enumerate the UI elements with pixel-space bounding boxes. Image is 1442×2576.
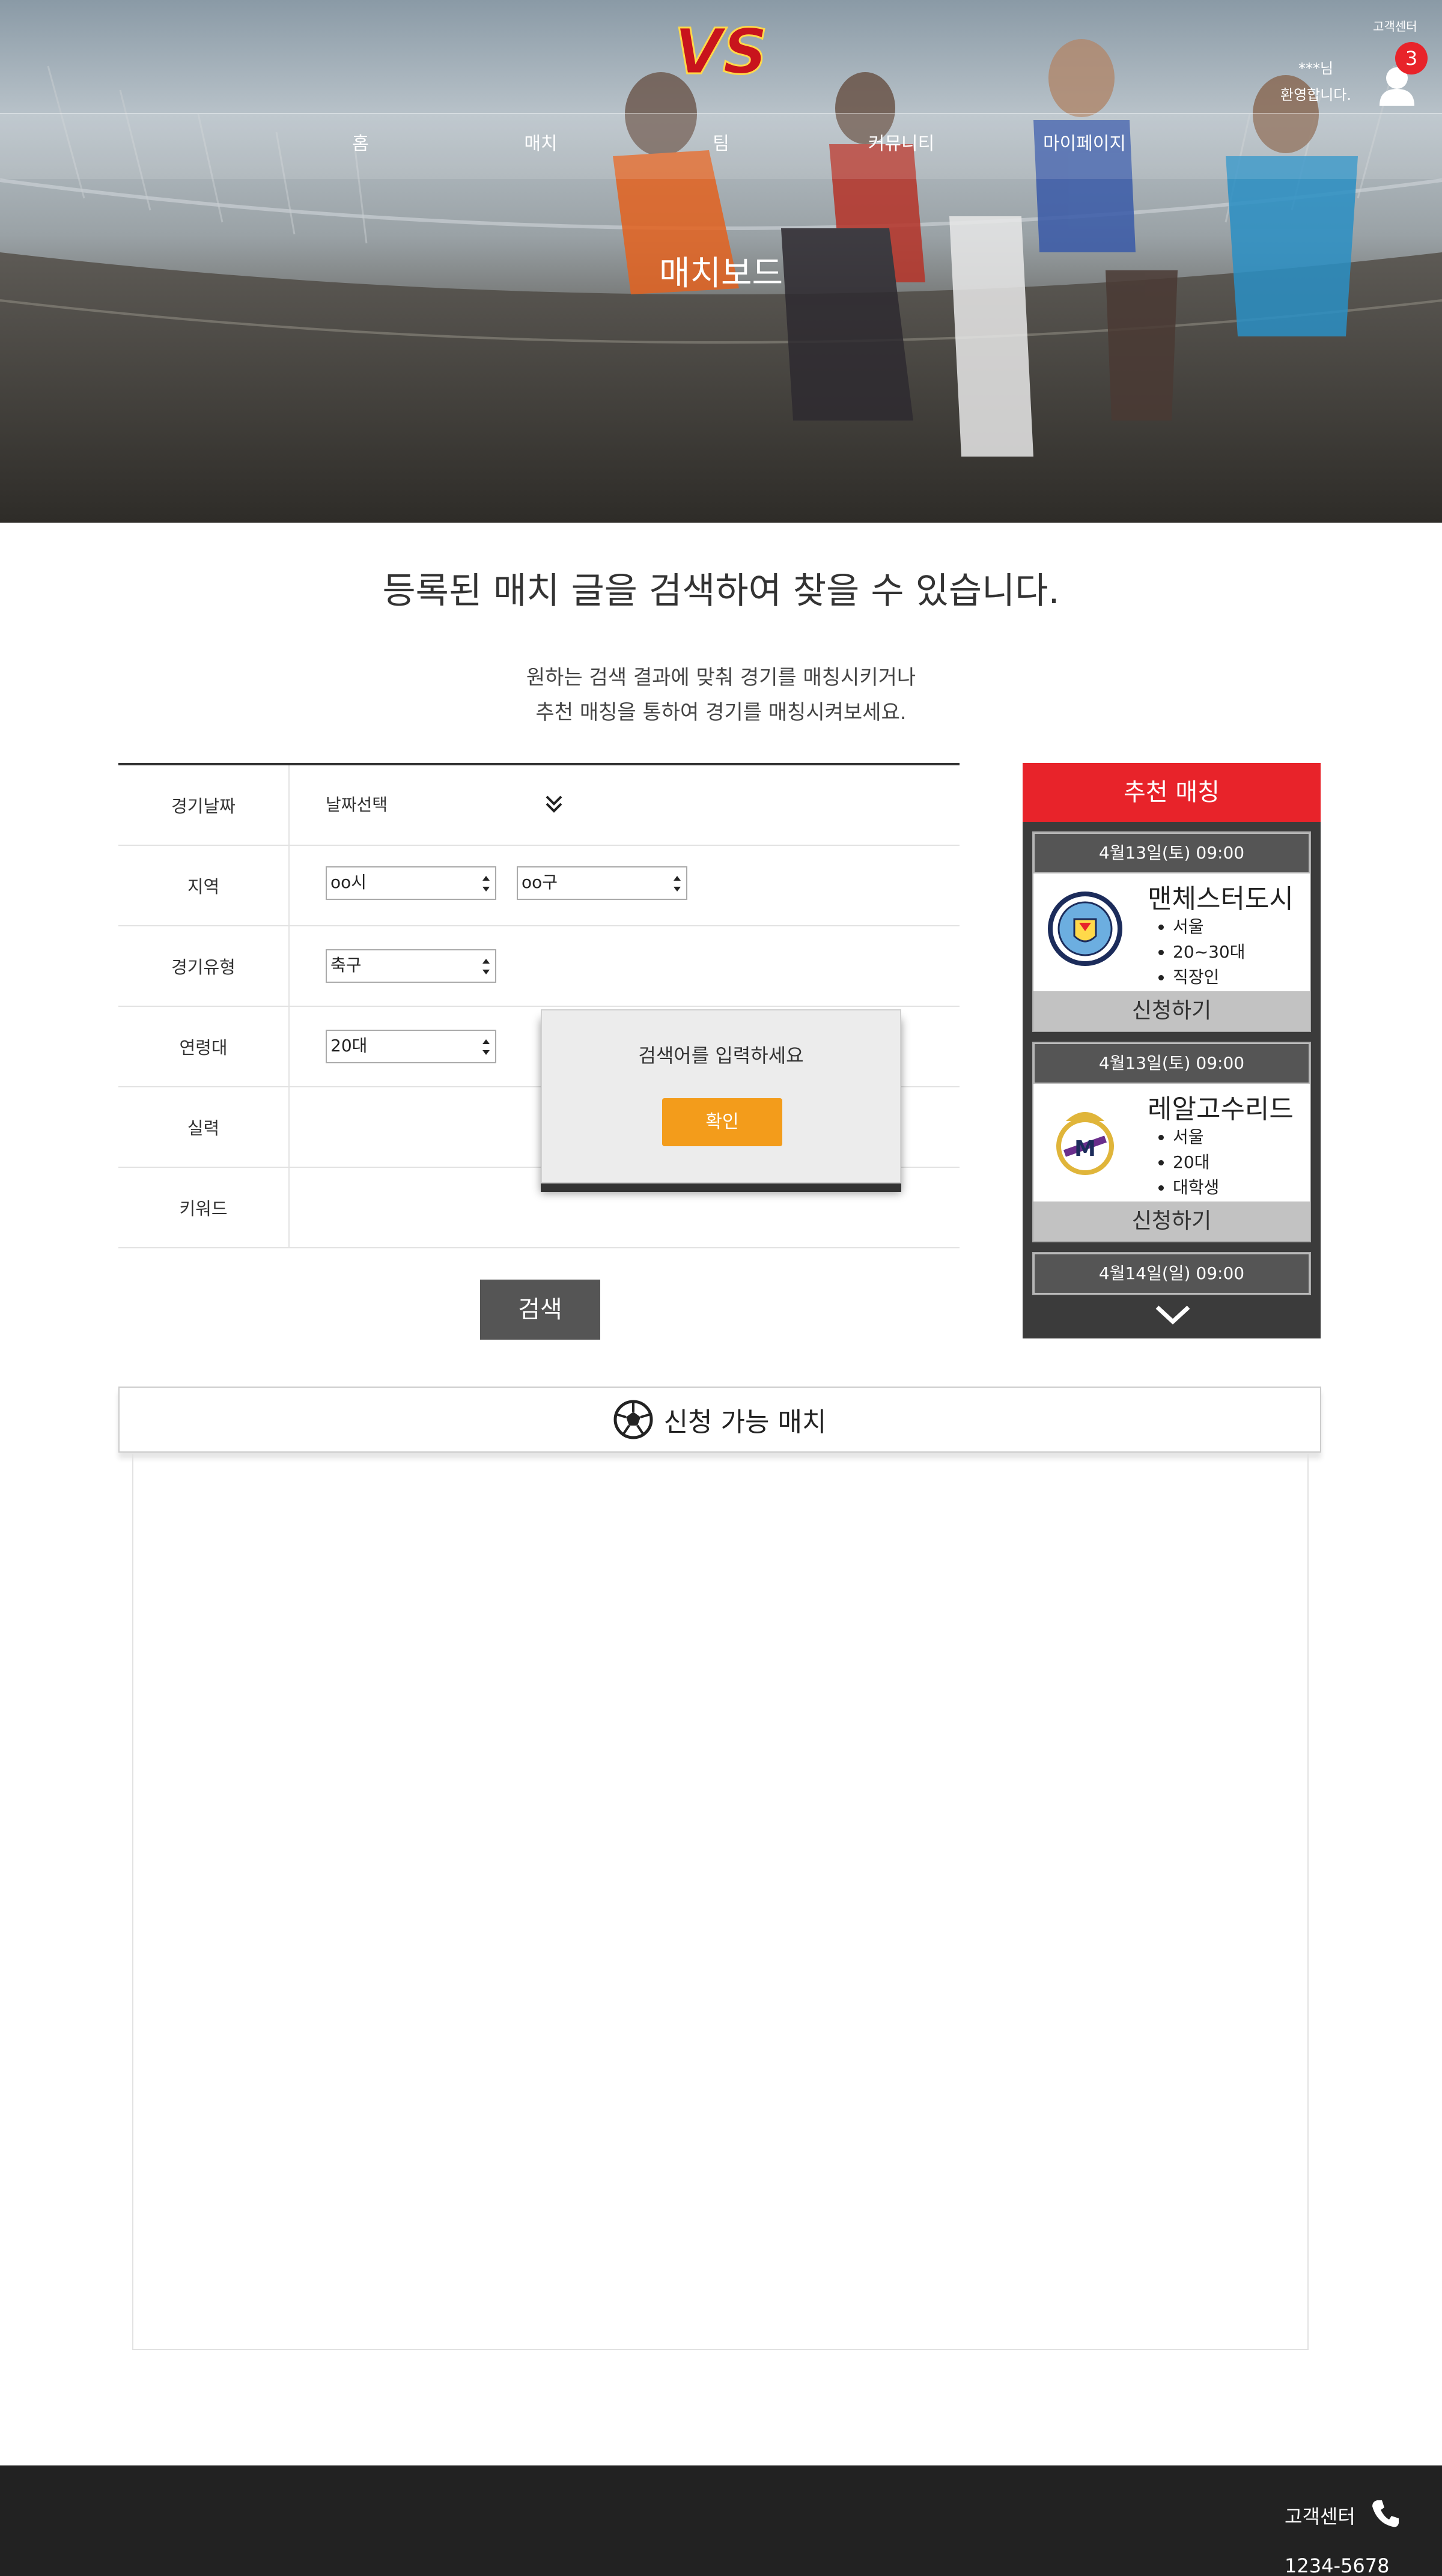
row-region: 지역 oo시 oo구 [118, 846, 960, 926]
age-value: 20대 [330, 1036, 368, 1056]
search-headline: 등록된 매치 글을 검색하여 찾을 수 있습니다. [382, 570, 1060, 612]
phone-icon[interactable] [1369, 2497, 1402, 2530]
label-skill: 실력 [118, 1087, 290, 1167]
footer-customer-center: 고객센터 [1285, 2505, 1355, 2528]
detail-age: 20~30대 [1173, 940, 1245, 965]
district-value: oo구 [522, 872, 558, 892]
spinner-arrows-icon[interactable] [672, 872, 683, 895]
label-region: 지역 [118, 846, 290, 925]
search-button[interactable]: 검색 [480, 1280, 600, 1340]
user-welcome: 환영합니다. [1280, 87, 1352, 103]
user-name: ***님 [1298, 60, 1334, 77]
nav-home[interactable]: 홈 [336, 131, 385, 157]
svg-text:M: M [1074, 1137, 1096, 1161]
city-select[interactable]: oo시 [326, 866, 496, 900]
available-matches-header: 신청 가능 매치 [118, 1387, 1321, 1453]
detail-region: 서울 [1173, 914, 1245, 940]
recommend-card: 4월13일(토) 09:00 M 레알고수리드 서울 20대 대학생 신청하기 [1032, 1042, 1311, 1242]
vs-logo[interactable]: VS [676, 13, 766, 91]
district-select[interactable]: oo구 [517, 866, 687, 900]
vs-logo-text: VS [676, 15, 766, 88]
row-match-type: 경기유형 축구 [118, 926, 960, 1007]
nav-match[interactable]: 매치 [517, 131, 565, 157]
match-date: 4월13일(토) 09:00 [1033, 1043, 1310, 1084]
apply-button[interactable]: 신청하기 [1033, 991, 1310, 1031]
detail-age: 20대 [1173, 1150, 1219, 1175]
notification-badge[interactable]: 3 [1395, 42, 1428, 74]
apply-button[interactable]: 신청하기 [1033, 1201, 1310, 1241]
match-date: 4월14일(일) 09:00 [1033, 1253, 1310, 1294]
alert-dialog: 검색어를 입력하세요 확인 [541, 1009, 901, 1183]
row-date: 경기날짜 날짜선택 [118, 765, 960, 846]
match-type-value: 축구 [330, 955, 362, 975]
footer: 고객센터 1234-5678 [0, 2465, 1442, 2576]
page-title: 매치보드 [659, 254, 783, 293]
nav-community[interactable]: 커뮤니티 [865, 131, 937, 157]
chevron-double-down-icon[interactable] [542, 791, 566, 817]
label-age: 연령대 [118, 1007, 290, 1086]
label-keyword: 키워드 [118, 1168, 290, 1247]
alert-message: 검색어를 입력하세요 [638, 1044, 804, 1067]
detail-group: 직장인 [1173, 965, 1245, 990]
recommend-title: 추천 매칭 [1023, 763, 1321, 822]
match-type-select[interactable]: 축구 [326, 949, 496, 983]
hero-banner: VS 홈 매치 팀 커뮤니티 마이페이지 고객센터 ***님 환영합니다. 3 … [0, 0, 1442, 523]
recommend-card: 4월14일(일) 09:00 [1032, 1252, 1311, 1295]
team-name: 맨체스터도시 [1148, 884, 1294, 914]
description-line-2: 추천 매칭을 통하여 경기를 매칭시켜보세요. [535, 700, 907, 724]
nav-team[interactable]: 팀 [697, 131, 745, 157]
footer-phone-number: 1234-5678 [1285, 2554, 1390, 2576]
soccer-ball-icon [613, 1400, 653, 1439]
spinner-arrows-icon[interactable] [481, 955, 491, 978]
spinner-arrows-icon[interactable] [481, 872, 491, 895]
detail-region: 서울 [1173, 1125, 1219, 1150]
nav-mypage[interactable]: 마이페이지 [1039, 131, 1130, 157]
recommend-card: 4월13일(토) 09:00 맨체스터도시 서울 20~30대 직장인 신청하기 [1032, 831, 1311, 1032]
spinner-arrows-icon[interactable] [481, 1036, 491, 1059]
recommend-panel: 추천 매칭 4월13일(토) 09:00 맨체스터도시 서울 20~30대 직장… [1023, 763, 1321, 1338]
team-details: 서울 20대 대학생 [1173, 1125, 1219, 1200]
age-select[interactable]: 20대 [326, 1030, 496, 1063]
date-select[interactable]: 날짜선택 [326, 792, 388, 816]
label-date: 경기날짜 [118, 765, 290, 845]
team-details: 서울 20~30대 직장인 [1173, 914, 1245, 990]
user-greeting: ***님 환영합니다. [1274, 55, 1358, 108]
team-crest-icon [1048, 892, 1122, 966]
available-matches-title: 신청 가능 매치 [663, 1407, 827, 1438]
team-crest-icon: M [1056, 1112, 1114, 1175]
confirm-button[interactable]: 확인 [662, 1098, 782, 1146]
chevron-down-icon[interactable] [1154, 1301, 1192, 1328]
description-line-1: 원하는 검색 결과에 맞춰 경기를 매칭시키거나 [526, 666, 916, 690]
team-name: 레알고수리드 [1148, 1094, 1294, 1125]
city-value: oo시 [330, 872, 367, 892]
available-matches-list [132, 1454, 1309, 2350]
customer-center-link[interactable]: 고객센터 [1373, 17, 1417, 34]
match-date: 4월13일(토) 09:00 [1033, 833, 1310, 873]
detail-group: 대학생 [1173, 1175, 1219, 1200]
label-match-type: 경기유형 [118, 926, 290, 1006]
